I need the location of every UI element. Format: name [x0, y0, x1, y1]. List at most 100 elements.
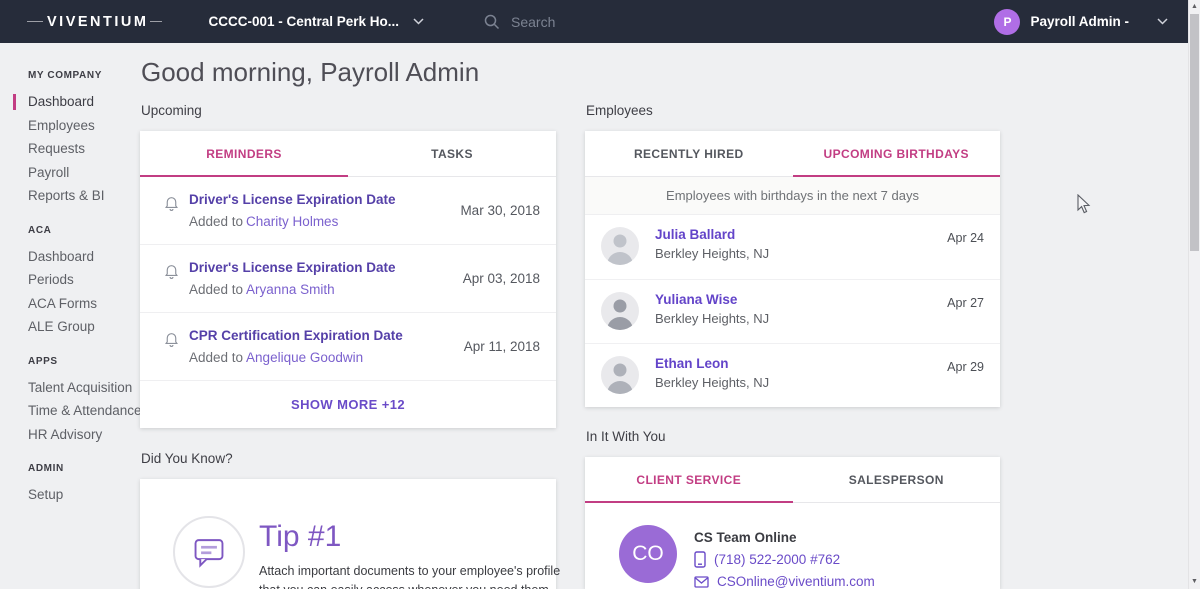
- sidebar-item-dashboard[interactable]: Dashboard: [28, 90, 140, 114]
- scroll-down-arrow[interactable]: ▼: [1189, 576, 1200, 588]
- sidebar-item-requests[interactable]: Requests: [28, 137, 140, 161]
- contact-phone-link[interactable]: (718) 522-2000 #762: [694, 551, 875, 568]
- sidebar-section-apps: APPS Talent Acquisition Time & Attendanc…: [28, 356, 140, 447]
- reminder-title[interactable]: CPR Certification Expiration Date: [189, 328, 403, 343]
- tip-text: Attach important documents to your emplo…: [259, 562, 569, 589]
- viventium-logo: VIVENTIUM: [27, 14, 162, 30]
- employee-name-link[interactable]: Yuliana Wise: [655, 292, 769, 307]
- sidebar-header-admin: ADMIN: [28, 463, 140, 474]
- upcoming-section-label: Upcoming: [141, 103, 202, 118]
- vertical-scrollbar[interactable]: ▲ ▼: [1188, 0, 1200, 589]
- top-navbar: VIVENTIUM CCCC-001 - Central Perk Ho... …: [0, 0, 1200, 43]
- reminder-date: Apr 03, 2018: [453, 271, 540, 286]
- reminder-title[interactable]: Driver's License Expiration Date: [189, 260, 396, 275]
- tab-salesperson[interactable]: SALESPERSON: [793, 457, 1001, 502]
- sidebar: MY COMPANY Dashboard Employees Requests …: [0, 43, 140, 524]
- sidebar-item-employees[interactable]: Employees: [28, 114, 140, 138]
- contact-avatar: CO: [619, 525, 677, 583]
- reminder-title[interactable]: Driver's License Expiration Date: [189, 192, 396, 207]
- added-to-text: Added to: [189, 282, 243, 297]
- employee-row[interactable]: Yuliana Wise Berkley Heights, NJ Apr 27: [585, 279, 1000, 343]
- company-selector[interactable]: CCCC-001 - Central Perk Ho...: [208, 14, 424, 29]
- employee-row[interactable]: Julia Ballard Berkley Heights, NJ Apr 24: [585, 215, 1000, 279]
- reminder-subtitle: Added toCharity Holmes: [189, 214, 396, 229]
- employee-name-link[interactable]: Julia Ballard: [655, 227, 769, 242]
- phone-icon: [694, 551, 706, 568]
- employee-link[interactable]: Charity Holmes: [246, 214, 338, 229]
- sidebar-section-admin: ADMIN Setup: [28, 463, 140, 507]
- logo-wing-left: [27, 21, 43, 22]
- reminder-item[interactable]: CPR Certification Expiration Date Added …: [140, 313, 556, 381]
- sidebar-item-hr-advisory[interactable]: HR Advisory: [28, 423, 140, 447]
- reminder-date: Apr 11, 2018: [454, 339, 540, 354]
- sidebar-item-periods[interactable]: Periods: [28, 268, 140, 292]
- birthday-date: Apr 27: [947, 296, 984, 331]
- sidebar-section-aca: ACA Dashboard Periods ACA Forms ALE Grou…: [28, 225, 140, 339]
- tab-tasks[interactable]: TASKS: [348, 131, 556, 176]
- added-to-text: Added to: [189, 350, 243, 365]
- birthdays-banner: Employees with birthdays in the next 7 d…: [585, 177, 1000, 215]
- sidebar-header-apps: APPS: [28, 356, 140, 367]
- contact-email-link[interactable]: CSOnline@viventium.com: [694, 574, 875, 589]
- logo-wing-right: [150, 21, 162, 22]
- scrollbar-thumb[interactable]: [1190, 14, 1199, 251]
- employee-photo: [601, 227, 639, 265]
- employee-row[interactable]: Ethan Leon Berkley Heights, NJ Apr 29: [585, 343, 1000, 407]
- page-title: Good morning, Payroll Admin: [141, 57, 479, 88]
- sidebar-item-aca-forms[interactable]: ACA Forms: [28, 292, 140, 316]
- in-it-with-you-section-label: In It With You: [586, 429, 666, 444]
- sidebar-item-ale-group[interactable]: ALE Group: [28, 315, 140, 339]
- search-input[interactable]: [511, 14, 691, 30]
- reminder-subtitle: Added toAngelique Goodwin: [189, 350, 403, 365]
- employee-location: Berkley Heights, NJ: [655, 375, 769, 390]
- birthday-date: Apr 24: [947, 231, 984, 267]
- employees-tabs: RECENTLY HIRED UPCOMING BIRTHDAYS: [585, 131, 1000, 177]
- reminder-date: Mar 30, 2018: [450, 203, 540, 218]
- employee-link[interactable]: Aryanna Smith: [246, 282, 335, 297]
- tab-upcoming-birthdays[interactable]: UPCOMING BIRTHDAYS: [793, 131, 1001, 176]
- contact-phone-text: (718) 522-2000 #762: [714, 552, 840, 567]
- bell-icon: [163, 194, 180, 229]
- sidebar-item-talent-acquisition[interactable]: Talent Acquisition: [28, 376, 140, 400]
- birthday-date: Apr 29: [947, 360, 984, 395]
- in-it-with-you-tabs: CLIENT SERVICE SALESPERSON: [585, 457, 1000, 503]
- employee-location: Berkley Heights, NJ: [655, 246, 769, 261]
- employee-location: Berkley Heights, NJ: [655, 311, 769, 326]
- added-to-text: Added to: [189, 214, 243, 229]
- tip-title: Tip #1: [259, 520, 341, 554]
- search-icon: [484, 14, 500, 30]
- tab-reminders[interactable]: REMINDERS: [140, 131, 348, 176]
- logo-text: VIVENTIUM: [47, 14, 148, 30]
- upcoming-card: REMINDERS TASKS Driver's License Expirat…: [140, 131, 556, 428]
- employee-photo: [601, 356, 639, 394]
- sidebar-item-aca-dashboard[interactable]: Dashboard: [28, 245, 140, 269]
- user-menu[interactable]: P Payroll Admin -: [994, 9, 1168, 35]
- employees-section-label: Employees: [586, 103, 653, 118]
- employee-link[interactable]: Angelique Goodwin: [246, 350, 363, 365]
- sidebar-item-reports-bi[interactable]: Reports & BI: [28, 184, 140, 208]
- tab-recently-hired[interactable]: RECENTLY HIRED: [585, 131, 793, 176]
- speech-bubble-icon: [190, 533, 228, 571]
- reminder-item[interactable]: Driver's License Expiration Date Added t…: [140, 177, 556, 245]
- did-you-know-card: Tip #1 Attach important documents to you…: [140, 479, 556, 589]
- employee-photo: [601, 292, 639, 330]
- search-field: [484, 14, 691, 30]
- scroll-up-arrow[interactable]: ▲: [1189, 1, 1200, 13]
- tab-client-service[interactable]: CLIENT SERVICE: [585, 457, 793, 502]
- show-more-button[interactable]: SHOW MORE +12: [140, 381, 556, 428]
- sidebar-item-time-attendance[interactable]: Time & Attendance: [28, 399, 140, 423]
- sidebar-header-my-company: MY COMPANY: [28, 70, 140, 81]
- employee-name-link[interactable]: Ethan Leon: [655, 356, 769, 371]
- reminder-subtitle: Added toAryanna Smith: [189, 282, 396, 297]
- contact-name: CS Team Online: [694, 530, 875, 545]
- reminder-item[interactable]: Driver's License Expiration Date Added t…: [140, 245, 556, 313]
- user-avatar: P: [994, 9, 1020, 35]
- sidebar-header-aca: ACA: [28, 225, 140, 236]
- upcoming-tabs: REMINDERS TASKS: [140, 131, 556, 177]
- chevron-down-icon: [1157, 18, 1168, 25]
- client-service-contact: CO CS Team Online (718) 522-2000 #762 CS…: [585, 503, 1000, 589]
- in-it-with-you-card: CLIENT SERVICE SALESPERSON CO CS Team On…: [585, 457, 1000, 589]
- sidebar-item-payroll[interactable]: Payroll: [28, 161, 140, 185]
- sidebar-item-setup[interactable]: Setup: [28, 483, 140, 507]
- chevron-down-icon: [413, 18, 424, 25]
